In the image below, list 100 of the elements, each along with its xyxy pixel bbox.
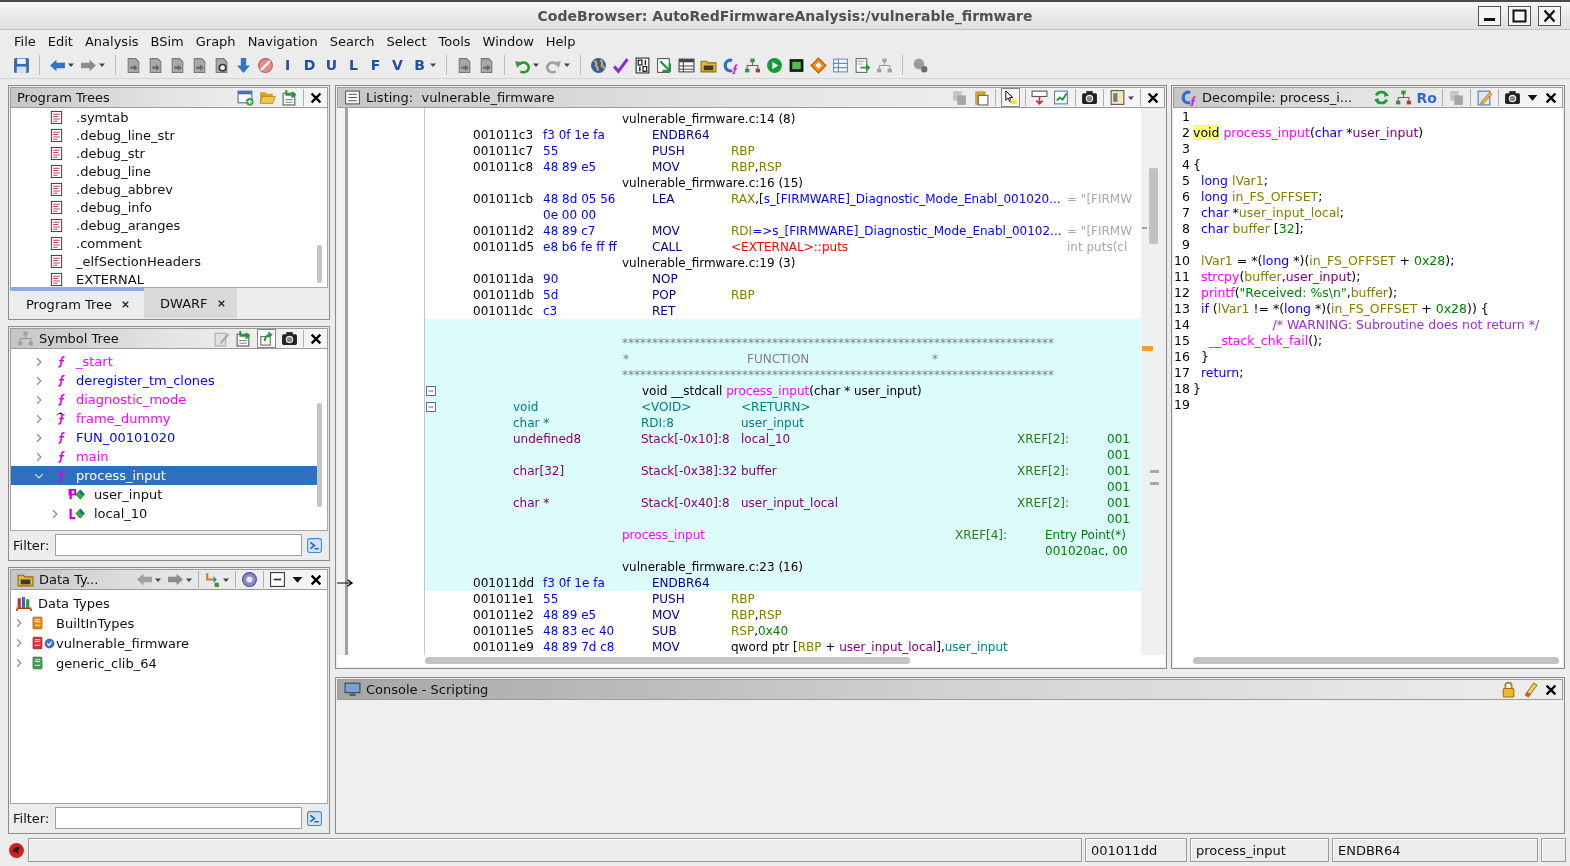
collapse-icon[interactable] bbox=[269, 571, 286, 588]
tree-item[interactable]: BuiltInTypes bbox=[13, 613, 135, 633]
filter-field[interactable] bbox=[55, 534, 303, 556]
clipboard-icon[interactable] bbox=[973, 89, 990, 106]
decompiler-icon[interactable] bbox=[722, 56, 739, 74]
lock-icon[interactable] bbox=[1500, 681, 1517, 698]
monitor-icon bbox=[344, 681, 361, 698]
maximize-icon[interactable] bbox=[1508, 5, 1531, 26]
circles-icon[interactable] bbox=[912, 56, 929, 74]
close-icon[interactable] bbox=[1538, 5, 1561, 26]
tree-item[interactable]: .debug_str bbox=[49, 144, 145, 162]
toolbar-button[interactable]: D bbox=[301, 57, 318, 73]
toolbar-button[interactable]: L bbox=[345, 57, 362, 73]
menu-item[interactable]: Help bbox=[539, 33, 582, 49]
chart-icon[interactable] bbox=[1053, 89, 1070, 106]
document-icon[interactable] bbox=[213, 56, 230, 74]
tree-item[interactable]: local_10 bbox=[11, 504, 317, 523]
toolbar-button[interactable]: I bbox=[279, 57, 296, 73]
minimize-icon[interactable] bbox=[1478, 5, 1501, 26]
close-icon[interactable] bbox=[1544, 682, 1558, 697]
tab[interactable]: DWARF bbox=[144, 288, 237, 318]
tree-icon[interactable] bbox=[1394, 89, 1412, 106]
tree-item[interactable]: .debug_line bbox=[49, 162, 152, 180]
tree-item[interactable]: .comment bbox=[49, 234, 142, 252]
menu-item[interactable]: Window bbox=[476, 33, 540, 49]
filter-field[interactable] bbox=[55, 807, 303, 829]
tree-item[interactable]: process_input bbox=[11, 466, 317, 485]
xref-text: XREF[2]: bbox=[1017, 496, 1070, 510]
menu-item[interactable]: Edit bbox=[41, 33, 79, 49]
toolbar-button[interactable]: U bbox=[323, 57, 340, 73]
camera-icon[interactable] bbox=[1081, 89, 1098, 106]
scrollbar-thumb[interactable] bbox=[1193, 657, 1559, 664]
toolbar-button[interactable]: B bbox=[411, 57, 428, 73]
code-line: } bbox=[1199, 348, 1209, 364]
eraser-icon[interactable] bbox=[1522, 681, 1539, 698]
menu-item[interactable]: File bbox=[8, 33, 42, 49]
scrollbar-thumb[interactable] bbox=[425, 657, 910, 664]
fold-icon[interactable] bbox=[426, 402, 436, 412]
toolbar-button[interactable]: Ro bbox=[1416, 89, 1437, 106]
window-plus-icon[interactable] bbox=[237, 89, 254, 106]
tree-item[interactable]: .debug_abbrev bbox=[49, 180, 173, 198]
down-arrow-icon[interactable] bbox=[235, 56, 252, 74]
chip-icon[interactable] bbox=[788, 56, 805, 74]
toolbar-button[interactable]: V bbox=[389, 57, 406, 73]
arrow-document-icon[interactable] bbox=[257, 329, 276, 348]
tree-item[interactable]: deregister_tm_clones bbox=[11, 371, 317, 390]
arrow-document-icon[interactable] bbox=[656, 56, 673, 74]
close-icon[interactable] bbox=[1544, 90, 1558, 105]
scrollbar-thumb[interactable] bbox=[317, 245, 322, 283]
tree-item[interactable]: Data Types bbox=[14, 593, 110, 613]
menu-item[interactable]: Search bbox=[323, 33, 381, 49]
document-arrow-icon[interactable] bbox=[125, 56, 142, 74]
fold-icon[interactable] bbox=[426, 386, 436, 396]
close-icon[interactable] bbox=[309, 331, 323, 346]
tree-item[interactable]: vulnerable_firmware bbox=[13, 633, 190, 653]
menu-item[interactable]: Analysis bbox=[78, 33, 145, 49]
checkmark-icon[interactable] bbox=[612, 56, 629, 74]
settings-icon[interactable] bbox=[241, 571, 258, 588]
address-text: 001011e9 bbox=[473, 640, 534, 654]
diamond-icon[interactable] bbox=[810, 56, 827, 74]
camera-icon[interactable] bbox=[1504, 89, 1521, 106]
toolbar-button[interactable]: F bbox=[367, 57, 384, 73]
tree-item[interactable]: FUN_00101020 bbox=[11, 428, 317, 447]
pointer-icon[interactable] bbox=[1001, 88, 1020, 107]
menu-item[interactable]: Tools bbox=[432, 33, 477, 49]
scrollbar-thumb[interactable] bbox=[317, 403, 322, 507]
menu-item[interactable]: BSim bbox=[144, 33, 190, 49]
close-icon[interactable] bbox=[309, 572, 323, 587]
refresh-icon[interactable] bbox=[1372, 89, 1390, 106]
document-arrow-icon[interactable] bbox=[147, 56, 164, 74]
tree-item[interactable]: _elfSectionHeaders bbox=[49, 252, 202, 270]
tree-item[interactable]: user_input bbox=[11, 485, 317, 504]
table-icon[interactable] bbox=[678, 56, 695, 74]
menu-item[interactable]: Graph bbox=[189, 33, 242, 49]
document-arrow-icon[interactable] bbox=[169, 56, 186, 74]
close-icon[interactable] bbox=[1146, 90, 1160, 105]
document-icon[interactable] bbox=[1109, 89, 1126, 106]
document-arrow-icon[interactable] bbox=[478, 56, 495, 74]
prompt-icon[interactable] bbox=[306, 536, 324, 554]
tree-item[interactable]: EXTERNAL bbox=[49, 270, 144, 288]
tree-item[interactable]: generic_clib_64 bbox=[13, 653, 157, 673]
tree-item[interactable]: .debug_info bbox=[49, 198, 152, 216]
tree-item[interactable]: .debug_line_str bbox=[49, 126, 175, 144]
camera-icon[interactable] bbox=[281, 330, 298, 347]
tree-item[interactable]: .symtab bbox=[49, 108, 129, 126]
menu-item[interactable]: Navigation bbox=[241, 33, 324, 49]
close-icon[interactable] bbox=[309, 90, 323, 105]
globe-icon[interactable] bbox=[590, 56, 607, 74]
tree-icon[interactable] bbox=[744, 56, 761, 74]
prompt-icon[interactable] bbox=[306, 809, 324, 827]
tree-item[interactable]: .debug_aranges bbox=[49, 216, 181, 234]
parameter-icon bbox=[68, 487, 86, 502]
document-arrow-icon[interactable] bbox=[191, 56, 208, 74]
menu-item[interactable]: Select bbox=[380, 33, 433, 49]
document-arrow-icon[interactable] bbox=[456, 56, 473, 74]
pencil-icon[interactable] bbox=[1476, 89, 1493, 106]
no-entry-icon[interactable] bbox=[257, 56, 274, 74]
table-arrow-icon[interactable] bbox=[1031, 89, 1048, 106]
play-icon[interactable] bbox=[766, 56, 783, 74]
binary-icon[interactable] bbox=[634, 56, 651, 74]
